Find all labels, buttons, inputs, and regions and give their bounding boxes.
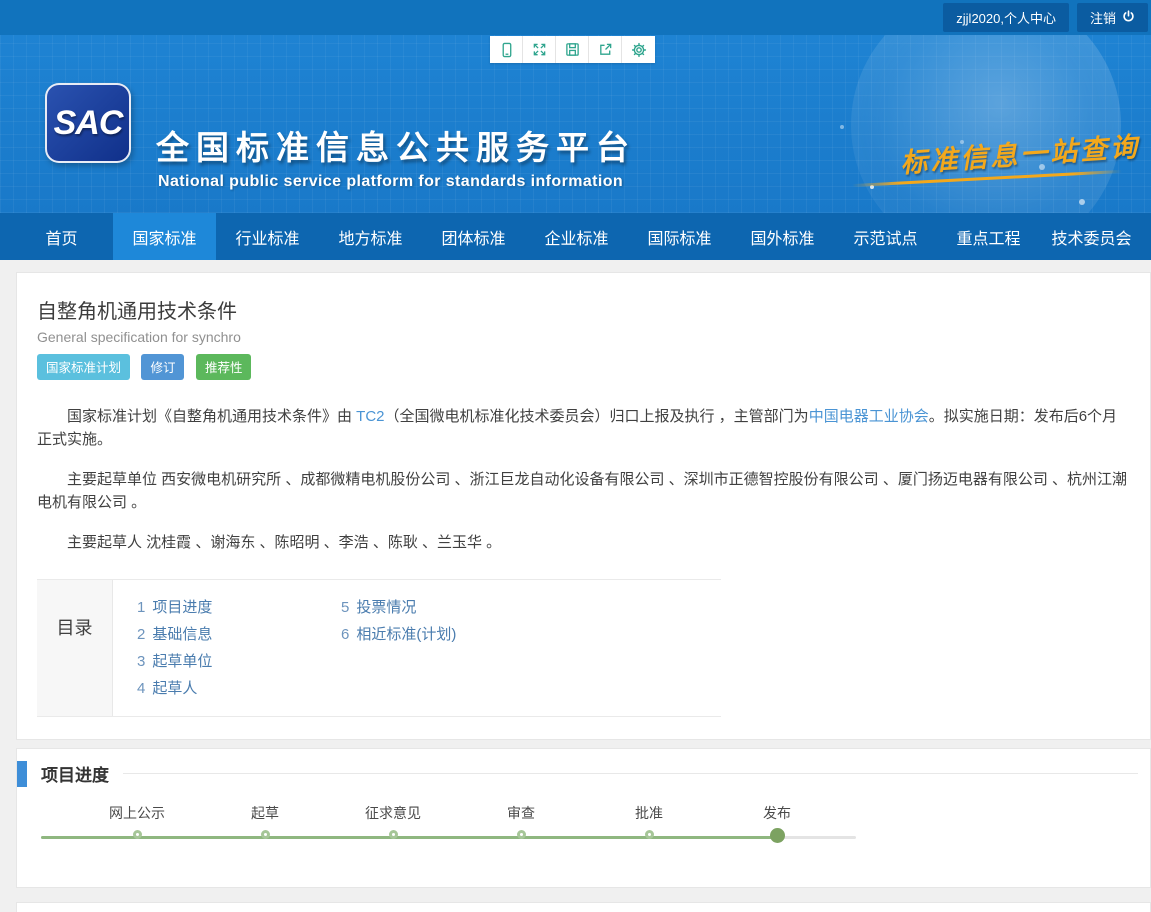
table-of-contents: 目录 1项目进度 2基础信息 3起草单位 4起草人 5投票情况 6相近标准(计划… — [37, 579, 721, 717]
site-subtitle: National public service platform for sta… — [158, 173, 623, 191]
nav-item-local-standards[interactable]: 地方标准 — [319, 213, 422, 260]
progress-timeline: 网上公示 起草 征求意见 审查 批准 发布 — [41, 803, 856, 861]
paragraph-drafting-units: 主要起草单位 西安微电机研究所 、成都微精电机股份公司 、浙江巨龙自动化设备有限… — [37, 469, 1130, 514]
tc2-link[interactable]: TC2 — [356, 408, 384, 425]
settings-icon[interactable] — [622, 36, 655, 63]
toc-column-1: 1项目进度 2基础信息 3起草单位 4起草人 — [137, 594, 341, 702]
stage-approval: 批准 — [601, 803, 697, 839]
standard-title-en: General specification for synchro — [37, 329, 1130, 345]
stage-online-publicity: 网上公示 — [89, 803, 185, 839]
save-icon[interactable] — [556, 36, 589, 63]
sac-logo[interactable]: SAC — [45, 83, 131, 163]
mobile-icon[interactable] — [490, 36, 523, 63]
paragraph-drafters: 主要起草人 沈桂霞 、谢海东 、陈昭明 、李浩 、陈耿 、兰玉华 。 — [37, 532, 1130, 555]
progress-section-title: 项目进度 — [41, 761, 109, 786]
toc-link-progress[interactable]: 项目进度 — [152, 599, 212, 616]
nav-item-technical-committee[interactable]: 技术委员会 — [1040, 213, 1143, 260]
stage-soliciting-opinions: 征求意见 — [345, 803, 441, 839]
stage-review: 审查 — [473, 803, 569, 839]
stage-dot — [389, 830, 398, 839]
tag-revision: 修订 — [141, 354, 184, 380]
user-center-button[interactable]: zjjl2020,个人中心 — [943, 3, 1069, 32]
sac-logo-text: SAC — [54, 104, 123, 143]
toc-item: 6相近标准(计划) — [341, 621, 456, 648]
tag-recommended: 推荐性 — [196, 354, 252, 380]
stage-publish-current: 发布 — [729, 803, 825, 843]
nav-item-industry-standards[interactable]: 行业标准 — [216, 213, 319, 260]
stage-dot — [517, 830, 526, 839]
progress-section-header: 项目进度 — [17, 761, 1150, 787]
toc-link-drafting-units[interactable]: 起草单位 — [152, 653, 212, 670]
page-content: 自整角机通用技术条件 General specification for syn… — [0, 260, 1151, 912]
section-accent-bar — [17, 761, 27, 787]
paragraph-governance: 国家标准计划《自整角机通用技术条件》由 TC2（全国微电机标准化技术委员会）归口… — [37, 406, 1130, 451]
main-nav: 首页 国家标准 行业标准 地方标准 团体标准 企业标准 国际标准 国外标准 示范… — [0, 213, 1151, 260]
share-icon[interactable] — [589, 36, 622, 63]
toc-link-similar-standards[interactable]: 相近标准(计划) — [356, 626, 456, 643]
toc-link-drafters[interactable]: 起草人 — [152, 680, 197, 697]
standard-title: 自整角机通用技术条件 — [37, 295, 1130, 324]
nav-item-enterprise-standards[interactable]: 企业标准 — [525, 213, 628, 260]
progress-section: 项目进度 网上公示 起草 征求意见 审查 批准 发布 — [16, 748, 1151, 888]
toc-item: 1项目进度 — [137, 594, 341, 621]
nav-item-home[interactable]: 首页 — [10, 213, 113, 260]
standard-intro-card: 自整角机通用技术条件 General specification for syn… — [16, 272, 1151, 740]
fullscreen-icon[interactable] — [523, 36, 556, 63]
globe-graphic — [851, 35, 1121, 213]
standard-description: 国家标准计划《自整角机通用技术条件》由 TC2（全国微电机标准化技术委员会）归口… — [37, 406, 1130, 555]
toc-item: 3起草单位 — [137, 648, 341, 675]
stage-drafting: 起草 — [217, 803, 313, 839]
nav-item-demonstration-pilot[interactable]: 示范试点 — [834, 213, 937, 260]
toc-link-basic-info[interactable]: 基础信息 — [152, 626, 212, 643]
stage-dot — [261, 830, 270, 839]
toc-label: 目录 — [37, 580, 113, 716]
tag-national-standard-plan: 国家标准计划 — [37, 354, 130, 380]
topbar: zjjl2020,个人中心 注销 — [0, 0, 1151, 35]
stage-dot — [133, 830, 142, 839]
stage-dot — [645, 830, 654, 839]
site-banner: SAC 全国标准信息公共服务平台 National public service… — [0, 35, 1151, 213]
tag-row: 国家标准计划 修订 推荐性 — [37, 354, 1130, 380]
section-header-rule — [123, 773, 1138, 774]
toc-column-2: 5投票情况 6相近标准(计划) — [341, 594, 456, 702]
toc-columns: 1项目进度 2基础信息 3起草单位 4起草人 5投票情况 6相近标准(计划) — [113, 580, 456, 716]
nav-item-international-standards[interactable]: 国际标准 — [628, 213, 731, 260]
nav-item-key-projects[interactable]: 重点工程 — [937, 213, 1040, 260]
nav-item-foreign-standards[interactable]: 国外标准 — [731, 213, 834, 260]
toc-item: 2基础信息 — [137, 621, 341, 648]
toc-item: 4起草人 — [137, 675, 341, 702]
logout-button[interactable]: 注销 — [1077, 3, 1148, 32]
basic-info-section: 基础信息 — [16, 902, 1151, 912]
toc-item: 5投票情况 — [341, 594, 456, 621]
user-center-label: zjjl2020,个人中心 — [956, 8, 1056, 27]
stage-dot-done — [770, 828, 785, 843]
logout-label: 注销 — [1090, 8, 1116, 27]
nav-item-group-standards[interactable]: 团体标准 — [422, 213, 525, 260]
quick-toolbar — [490, 36, 655, 63]
authority-link[interactable]: 中国电器工业协会 — [809, 408, 929, 425]
toc-link-voting[interactable]: 投票情况 — [356, 599, 416, 616]
power-icon — [1122, 10, 1135, 26]
site-title: 全国标准信息公共服务平台 — [156, 121, 636, 169]
nav-item-national-standards[interactable]: 国家标准 — [113, 213, 216, 260]
